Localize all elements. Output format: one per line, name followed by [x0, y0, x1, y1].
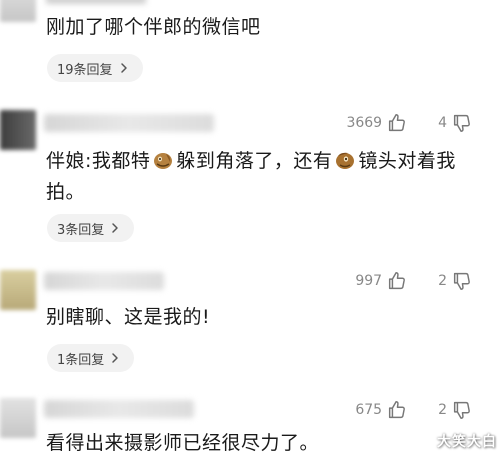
comment-text-part: 镜头对着我	[358, 150, 456, 172]
replies-count-label: 1条回复	[57, 352, 105, 368]
watermark-logo: 大笑大白	[437, 434, 497, 450]
comment-actions: 997 2	[355, 270, 473, 292]
dislike-count: 4	[438, 115, 447, 131]
replies-count-label: 3条回复	[57, 222, 105, 238]
username[interactable]	[44, 114, 214, 132]
avatar[interactable]	[0, 270, 36, 310]
thumbs-down-icon[interactable]	[451, 112, 473, 134]
comment-feed: 刚加了哪个伴郎的微信吧 19条回复 3669 4 伴娘:我都特 躲到角落了，还有…	[0, 0, 503, 461]
comment-text: 刚加了哪个伴郎的微信吧	[46, 16, 261, 38]
view-replies-button[interactable]: 19条回复	[47, 54, 143, 82]
comment-actions: 675 2	[355, 399, 473, 421]
username[interactable]	[44, 272, 164, 290]
comment-text-part: 躲到角落了，还有	[176, 150, 333, 172]
username[interactable]	[44, 400, 194, 418]
thumbs-up-icon[interactable]	[386, 112, 408, 134]
view-replies-button[interactable]: 1条回复	[47, 344, 135, 372]
avatar[interactable]	[0, 0, 36, 22]
dislike-count: 2	[438, 402, 447, 418]
avatar[interactable]	[0, 398, 36, 438]
chevron-right-icon	[120, 63, 127, 73]
thumbs-down-icon[interactable]	[451, 399, 473, 421]
comment-text: 别瞎聊、这是我的!	[46, 306, 211, 328]
face-emoji-icon	[336, 152, 355, 169]
chevron-right-icon	[112, 353, 119, 363]
previous-username-blur	[46, 0, 146, 4]
view-replies-button[interactable]: 3条回复	[47, 214, 135, 242]
like-count: 3669	[346, 115, 383, 131]
comment-text: 看得出来摄影师已经很尽力了。	[46, 432, 320, 454]
comment-text-part: 伴娘:我都特	[46, 150, 151, 172]
face-emoji-icon	[154, 153, 173, 169]
chevron-right-icon	[112, 223, 119, 233]
avatar[interactable]	[0, 110, 36, 150]
comment-text-part: 拍。	[46, 181, 86, 203]
dislike-count: 2	[438, 273, 447, 289]
replies-count-label: 19条回复	[57, 62, 113, 78]
thumbs-down-icon[interactable]	[451, 270, 473, 292]
comment-text: 伴娘:我都特 躲到角落了，还有 镜头对着我 拍。	[46, 146, 456, 208]
like-count: 675	[355, 402, 383, 418]
comment-actions: 3669 4	[346, 112, 473, 134]
thumbs-up-icon[interactable]	[386, 270, 408, 292]
thumbs-up-icon[interactable]	[386, 399, 408, 421]
like-count: 997	[355, 273, 383, 289]
